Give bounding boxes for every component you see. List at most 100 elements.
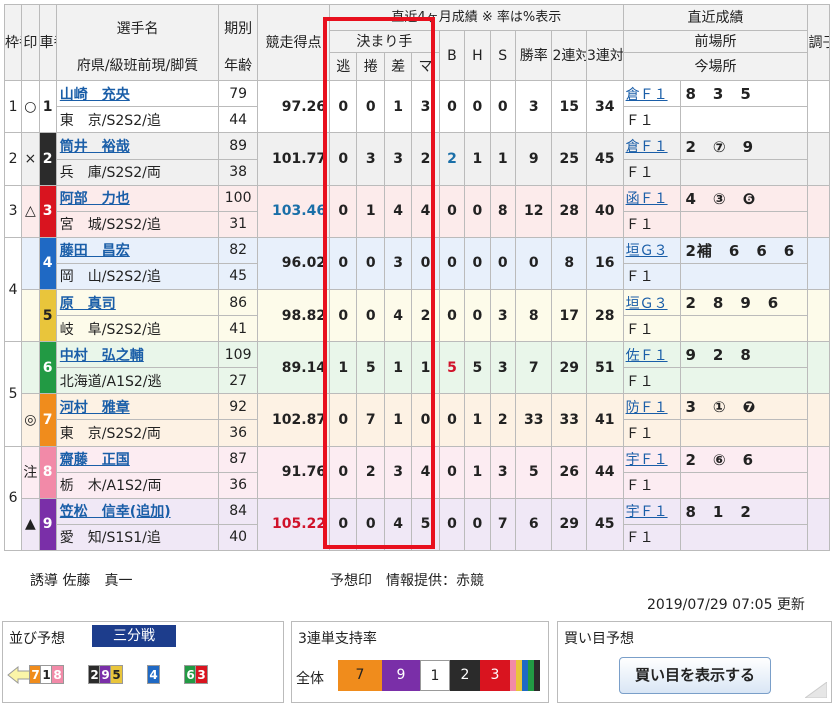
racer-row: ◎ 7 河村 雅章 92 102.87 0 7 1 0 0 1 2 33 33 41 防Ｆ１ 3 ① ❼ <box>5 393 830 447</box>
ren2-rate: 26 <box>551 445 588 499</box>
col-ki: 期別 <box>218 3 258 53</box>
prev-venue-link[interactable]: 佐Ｆ１ <box>626 348 668 364</box>
cur-results <box>680 106 809 134</box>
racer-name-link[interactable]: 中村 弘之輔 <box>60 348 144 364</box>
col-b: B <box>438 30 466 82</box>
racer-score: 105.22 <box>256 497 331 552</box>
col-pref: 府県/級班前現/脚質 <box>55 52 220 82</box>
prev-venue-link[interactable]: 宇Ｆ１ <box>626 452 668 468</box>
racer-name[interactable]: 原 真司 <box>55 289 220 317</box>
racer-ki: 109 <box>218 341 258 369</box>
win-rate: 0 <box>514 236 553 291</box>
car-number: 6 <box>38 341 57 395</box>
col-car: 車番 <box>38 3 57 82</box>
prev-venue-link[interactable]: 倉Ｆ１ <box>626 139 668 155</box>
waku-number: 5 <box>3 341 23 447</box>
cur-results <box>680 471 809 499</box>
racer-name[interactable]: 山崎 充央 <box>55 80 220 108</box>
ren3-rate: 16 <box>586 236 624 291</box>
col-name: 選手名 <box>55 3 220 53</box>
col-h: H <box>464 30 491 82</box>
lineup-car-number: 4 <box>147 665 160 684</box>
prev-venue[interactable]: 宇Ｆ１ <box>622 497 682 525</box>
prev-venue[interactable]: 垣Ｇ３ <box>622 236 682 264</box>
prev-results: 9 2 8 <box>680 341 809 369</box>
racer-score: 97.26 <box>256 80 331 134</box>
prev-results: 2 ⑥ 6 <box>680 445 809 473</box>
racer-name-link[interactable]: 筒井 裕哉 <box>60 139 130 155</box>
condition-cell <box>807 497 830 552</box>
ren2-rate: 25 <box>551 132 588 186</box>
kimarite-value: 3 <box>383 132 413 186</box>
car-number: 5 <box>38 289 57 343</box>
lineup-title: 並び予想 <box>9 631 65 647</box>
prev-venue[interactable]: 防Ｆ１ <box>622 393 682 421</box>
racer-name-link[interactable]: 山崎 充央 <box>60 87 130 103</box>
prev-venue-link[interactable]: 垣Ｇ３ <box>626 243 668 259</box>
prev-venue-link[interactable]: 函Ｆ１ <box>626 191 668 207</box>
cur-venue: Ｆ１ <box>622 367 682 395</box>
ren3-rate: 44 <box>586 445 624 499</box>
forecast-mark: ▲ <box>21 497 40 552</box>
cur-results <box>680 210 809 238</box>
racer-name[interactable]: 中村 弘之輔 <box>55 341 220 369</box>
ren3-rate: 28 <box>586 289 624 343</box>
prev-venue[interactable]: 佐Ｆ１ <box>622 341 682 369</box>
racer-name-link[interactable]: 齋藤 正国 <box>60 452 130 468</box>
prev-venue[interactable]: 宇Ｆ１ <box>622 445 682 473</box>
col-mark-k: マ <box>411 52 440 82</box>
prev-venue[interactable]: 倉Ｆ１ <box>622 80 682 108</box>
prev-venue-link[interactable]: 倉Ｆ１ <box>626 87 668 103</box>
bhs-value: 0 <box>438 289 466 343</box>
car-number: 9 <box>38 497 57 552</box>
condition-cell <box>807 341 830 395</box>
kimarite-value: 4 <box>383 497 413 552</box>
kimarite-value: 0 <box>356 236 385 291</box>
lineup-tag: 三分戦 <box>92 625 176 647</box>
bhs-value: 0 <box>489 80 516 134</box>
kimarite-value: 0 <box>329 289 358 343</box>
lineup-car-number: 3 <box>195 665 208 684</box>
waku-number: 3 <box>3 184 23 238</box>
racer-name-link[interactable]: 笠松 信幸(追加) <box>60 504 171 520</box>
cur-results <box>680 262 809 291</box>
prev-venue[interactable]: 倉Ｆ１ <box>622 132 682 160</box>
ren2-rate: 17 <box>551 289 588 343</box>
racer-name-link[interactable]: 藤田 昌宏 <box>60 243 130 259</box>
bhs-value: 1 <box>489 132 516 186</box>
racer-name[interactable]: 齋藤 正国 <box>55 445 220 473</box>
col-ren2: 2連対率 <box>551 30 588 82</box>
prev-venue-link[interactable]: 防Ｆ１ <box>626 400 668 416</box>
racer-name-link[interactable]: 原 真司 <box>60 296 116 312</box>
racer-score: 101.77 <box>256 132 331 186</box>
bhs-value: 0 <box>464 497 491 552</box>
col-recent-title: 直近4ヶ月成績 ※ 率は%表示 <box>329 3 624 32</box>
condition-cell <box>807 80 830 134</box>
racer-ki: 84 <box>218 497 258 525</box>
racer-name[interactable]: 阿部 力也 <box>55 184 220 212</box>
racer-name[interactable]: 藤田 昌宏 <box>55 236 220 264</box>
col-latest: 直近成績 <box>622 3 809 32</box>
racer-name[interactable]: 筒井 裕哉 <box>55 132 220 160</box>
kimarite-value: 1 <box>383 393 413 447</box>
win-rate: 3 <box>514 80 553 134</box>
racer-name-link[interactable]: 河村 雅章 <box>60 400 130 416</box>
win-rate: 6 <box>514 497 553 552</box>
support-bar-minor <box>534 660 540 691</box>
lineup-car-number: 8 <box>51 665 64 684</box>
racer-age: 31 <box>218 210 258 238</box>
prev-venue[interactable]: 垣Ｇ３ <box>622 289 682 317</box>
racer-name-link[interactable]: 阿部 力也 <box>60 191 130 207</box>
racer-name[interactable]: 笠松 信幸(追加) <box>55 497 220 525</box>
racer-row: 2 × 2 筒井 裕哉 89 101.77 0 3 3 2 2 1 1 9 25 45 倉Ｆ１ 2 ⑦ 9 <box>3 132 830 186</box>
prev-venue[interactable]: 函Ｆ１ <box>622 184 682 212</box>
bhs-value: 0 <box>438 184 466 238</box>
kimarite-value: 0 <box>356 80 385 134</box>
prev-venue-link[interactable]: 宇Ｆ１ <box>626 504 668 520</box>
show-bets-button[interactable]: 買い目を表示する <box>619 657 771 694</box>
racer-ki: 79 <box>218 80 258 108</box>
prev-venue-link[interactable]: 垣Ｇ３ <box>626 296 668 312</box>
bhs-value: 0 <box>464 80 491 134</box>
win-rate: 8 <box>514 289 553 343</box>
racer-name[interactable]: 河村 雅章 <box>55 393 220 421</box>
